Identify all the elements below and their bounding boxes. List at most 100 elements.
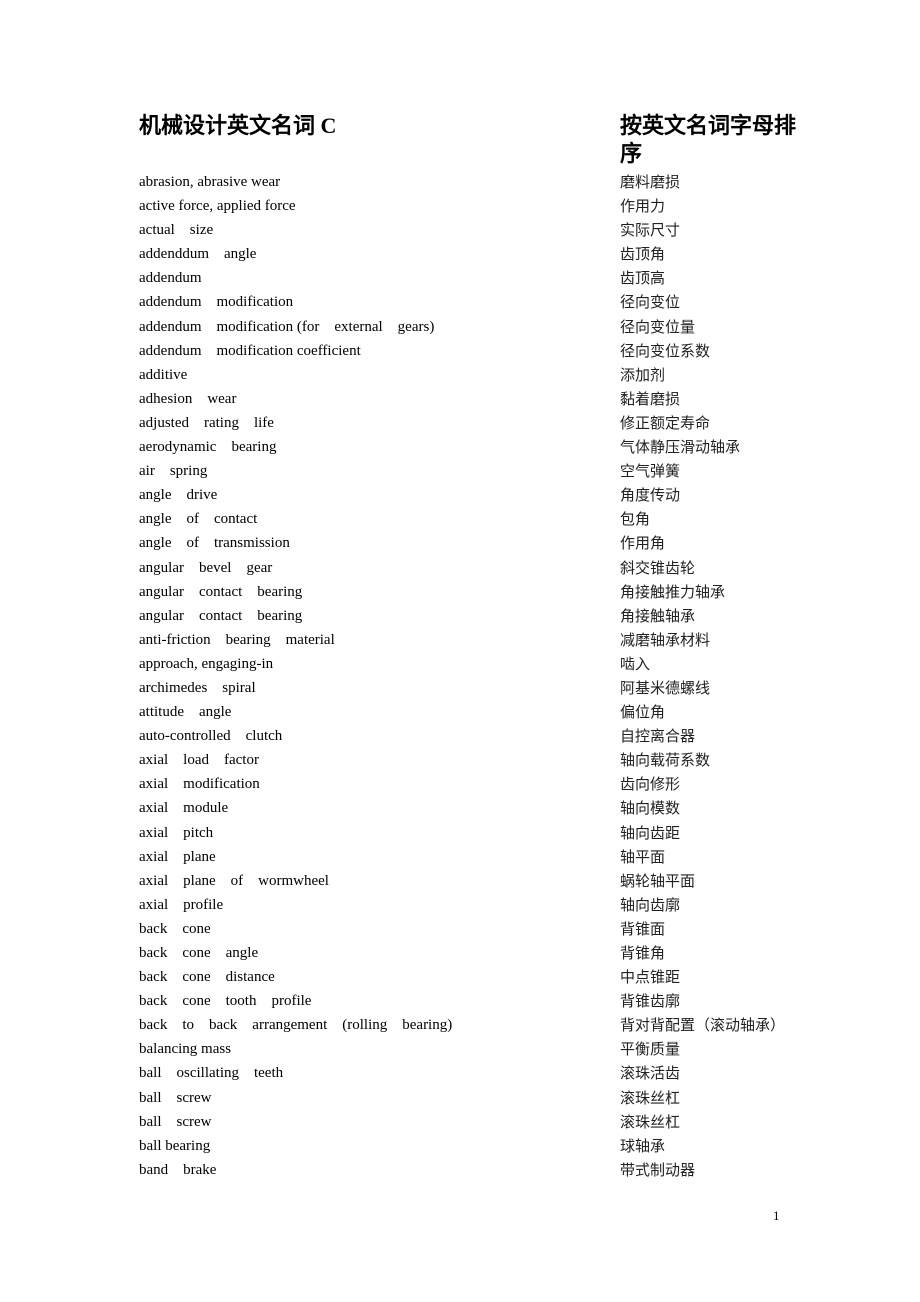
english-term: ball screw (139, 1089, 212, 1106)
glossary-row: axial profile 轴向齿廓 (0, 893, 920, 917)
english-term: abrasion, abrasive wear (139, 174, 281, 190)
document-title: 机械设计英文名词 C (139, 113, 337, 138)
glossary-row: back cone distance 中点锥距 (0, 965, 920, 989)
glossary-row: back cone tooth profile 背锥齿廓 (0, 989, 920, 1013)
english-term: approach, engaging-in (139, 655, 274, 672)
english-term: axial profile (139, 896, 224, 913)
english-term: back cone distance (139, 969, 275, 986)
english-term: addendum (139, 270, 202, 287)
chinese-term: 轴平面 (620, 847, 666, 866)
chinese-term: 阿基米德螺线 (620, 678, 711, 697)
glossary-row: archimedes spiral 阿基米德螺线 (0, 676, 920, 700)
english-term: axial plane of wormwheel (139, 872, 329, 889)
glossary-row: ball bearing 球轴承 (0, 1134, 920, 1158)
english-term: angle drive (139, 487, 218, 504)
english-term: aerodynamic bearing (139, 439, 277, 456)
glossary-row: angular contact bearing 角接触推力轴承 (0, 580, 920, 604)
chinese-term: 空气弹簧 (620, 462, 681, 481)
glossary-row: back cone 背锥面 (0, 917, 920, 941)
chinese-term: 背锥角 (620, 944, 666, 962)
chinese-term: 作用力 (620, 197, 666, 216)
glossary-row: ball screw 滚珠丝杠 (0, 1086, 920, 1110)
english-term: angular contact bearing (139, 583, 303, 600)
english-term: ball screw (139, 1113, 212, 1130)
chinese-term: 中点锥距 (620, 968, 681, 987)
glossary-row: addendum modification 径向变位 (0, 290, 920, 314)
chinese-term: 带式制动器 (620, 1160, 696, 1179)
english-term: axial plane (139, 848, 216, 865)
english-term: ball oscillating teeth (139, 1065, 284, 1082)
glossary-row: addendum modification coefficient 径向变位系数 (0, 339, 920, 363)
glossary-row: addenddum angle 齿顶角 (0, 242, 920, 266)
chinese-term: 黏着磨损 (620, 389, 681, 408)
chinese-term: 轴向齿廓 (620, 895, 681, 914)
english-term: axial modification (139, 776, 260, 793)
english-term: attitude angle (139, 704, 232, 721)
english-term: axial load factor (139, 752, 259, 769)
chinese-term: 轴向载荷系数 (620, 751, 711, 770)
glossary-row: adjusted rating life 修正额定寿命 (0, 411, 920, 435)
glossary-row: back to back arrangement (rolling bearin… (0, 1013, 920, 1037)
chinese-term: 蜗轮轴平面 (620, 871, 696, 890)
glossary-row: ball screw 滚珠丝杠 (0, 1110, 920, 1134)
english-term: band brake (139, 1161, 217, 1178)
english-term: ball bearing (139, 1137, 211, 1154)
chinese-term: 自控离合器 (620, 727, 696, 746)
glossary-row: air spring 空气弹簧 (0, 459, 920, 483)
glossary-row: balancing mass 平衡质量 (0, 1037, 920, 1061)
chinese-term: 角接触推力轴承 (620, 582, 726, 601)
english-term: air spring (139, 463, 208, 480)
english-term: additive (139, 366, 188, 383)
chinese-term: 径向变位量 (620, 317, 696, 336)
glossary-row: angle drive 角度传动 (0, 483, 920, 507)
chinese-term: 磨料磨损 (620, 173, 681, 191)
glossary-row: adhesion wear 黏着磨损 (0, 387, 920, 411)
english-term: back cone (139, 920, 211, 937)
glossary-row: angular contact bearing 角接触轴承 (0, 604, 920, 628)
english-term: back cone tooth profile (139, 993, 312, 1010)
english-term: back cone angle (139, 945, 259, 961)
chinese-term: 角度传动 (620, 486, 681, 505)
glossary-row: auto-controlled clutch 自控离合器 (0, 724, 920, 748)
chinese-term: 减磨轴承材料 (620, 630, 711, 649)
english-term: adjusted rating life (139, 414, 274, 431)
glossary-row: axial plane of wormwheel 蜗轮轴平面 (0, 869, 920, 893)
chinese-term: 轴向齿距 (620, 823, 681, 842)
english-term: anti-friction bearing material (139, 631, 335, 648)
glossary-row: addendum 齿顶高 (0, 266, 920, 290)
chinese-term: 齿向修形 (620, 775, 681, 794)
glossary-row: anti-friction bearing material 减磨轴承材料 (0, 628, 920, 652)
chinese-term: 背对背配置（滚动轴承） (620, 1016, 786, 1035)
english-term: angular contact bearing (139, 607, 303, 624)
glossary-row: angle of transmission 作用角 (0, 531, 920, 555)
english-term: archimedes spiral (139, 679, 256, 696)
chinese-term: 背锥齿廓 (620, 992, 681, 1011)
english-term: addenddum angle (139, 246, 257, 263)
page-number: 1 (773, 1208, 780, 1223)
chinese-term: 添加剂 (620, 365, 666, 384)
english-term: axial module (139, 800, 229, 817)
chinese-term: 角接触轴承 (620, 606, 696, 625)
glossary-row: angle of contact 包角 (0, 507, 920, 531)
glossary-list: abrasion, abrasive wear 磨料磨损 active force,… (0, 170, 920, 1182)
chinese-term: 斜交锥齿轮 (620, 558, 696, 577)
glossary-row: band brake 带式制动器 (0, 1158, 920, 1182)
chinese-term: 滚珠活齿 (620, 1064, 681, 1083)
english-term: back to back arrangement (rolling bearin… (139, 1017, 453, 1034)
glossary-row: actual size 实际尺寸 (0, 218, 920, 242)
english-term: angular bevel gear (139, 559, 273, 576)
chinese-term: 滚珠丝杠 (620, 1112, 681, 1131)
chinese-term: 径向变位系数 (620, 341, 711, 360)
glossary-row: back cone angle 背锥角 (0, 941, 920, 965)
chinese-term: 包角 (620, 510, 651, 529)
glossary-row: addendum modification (for external gear… (0, 315, 920, 339)
english-term: adhesion wear (139, 390, 237, 407)
chinese-term: 径向变位 (620, 293, 681, 312)
english-term: addendum modification coefficient (139, 342, 361, 359)
english-term: angle of transmission (139, 535, 290, 552)
english-term: auto-controlled clutch (139, 728, 283, 745)
glossary-row: axial plane 轴平面 (0, 845, 920, 869)
glossary-row: abrasion, abrasive wear 磨料磨损 (0, 170, 920, 194)
chinese-term: 作用角 (620, 534, 666, 553)
glossary-row: ball oscillating teeth 滚珠活齿 (0, 1061, 920, 1085)
